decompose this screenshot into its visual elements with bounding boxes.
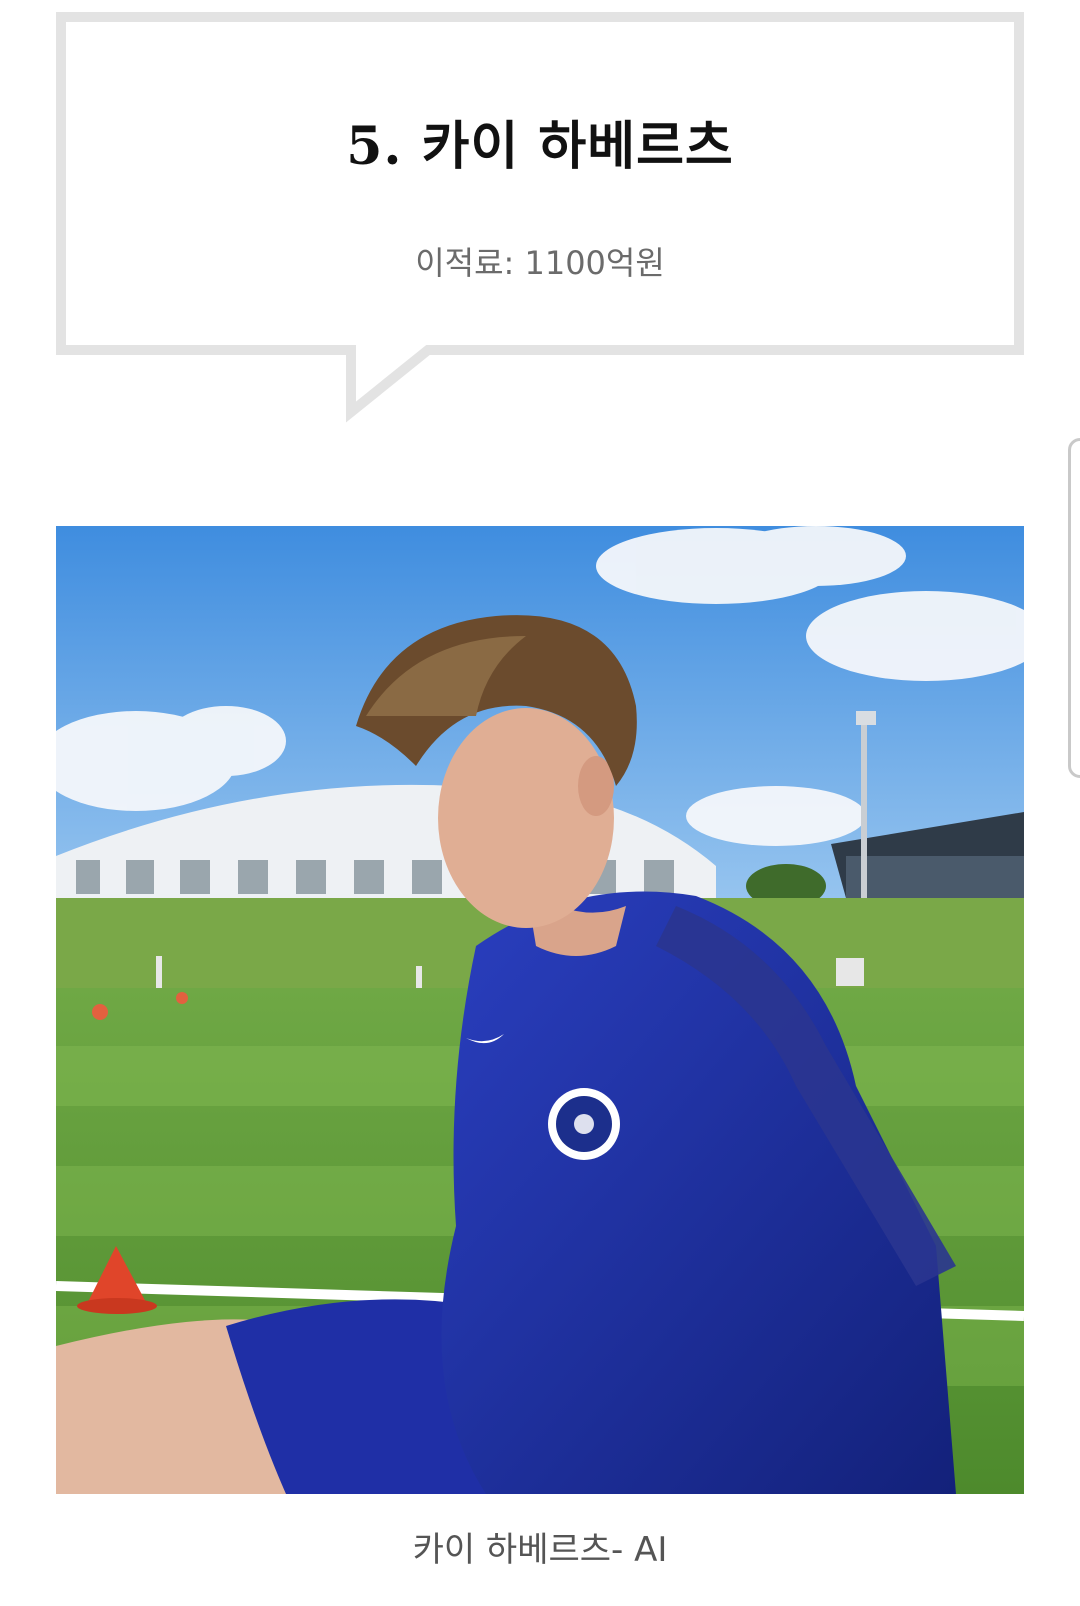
speech-bubble-frame — [56, 12, 1024, 423]
scroll-handle[interactable] — [1068, 438, 1080, 778]
image-caption: 카이 하베르츠- AI — [412, 1530, 668, 1570]
player-photo — [56, 526, 1024, 1494]
player-title: 5. 카이 하베르츠 — [346, 116, 734, 177]
transfer-fee: 이적료: 1100억원 — [415, 244, 665, 282]
speech-bubble-card: 5. 카이 하베르츠 이적료: 1100억원 — [56, 12, 1024, 423]
